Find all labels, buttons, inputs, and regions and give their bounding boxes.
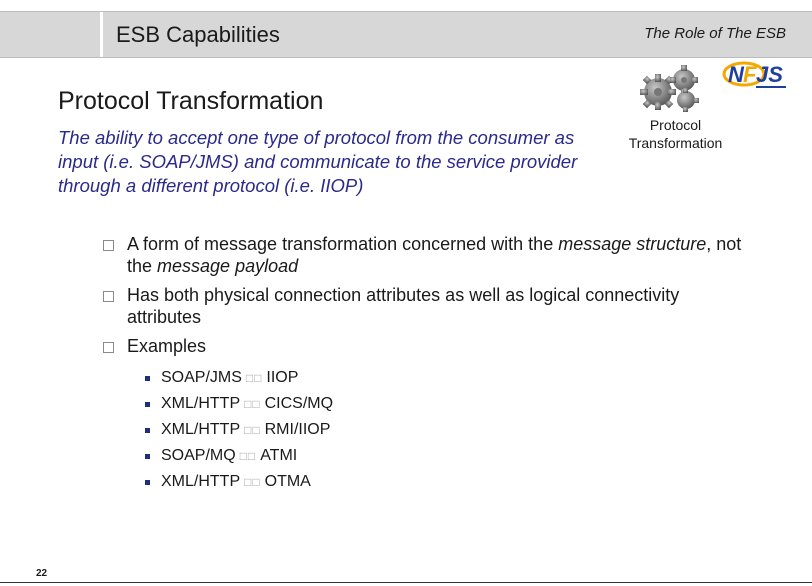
header-title: ESB Capabilities <box>116 22 280 47</box>
bullet-item: Examples <box>103 335 743 357</box>
icon-caption: Protocol Transformation <box>618 116 733 152</box>
example-list: SOAP/JMS □□ IIOP XML/HTTP □□ CICS/MQ XML/HTT… <box>145 368 333 498</box>
slide-title: Protocol Transformation <box>58 87 324 115</box>
page-number: 22 <box>36 568 48 579</box>
example-item: XML/HTTP □□ RMI/IIOP <box>145 420 333 446</box>
hollow-square-bullet-icon <box>103 342 114 353</box>
bullet-item: Has both physical connection attributes … <box>103 284 743 328</box>
header-subtitle: The Role of The ESB <box>644 25 786 42</box>
hollow-square-bullet-icon <box>103 291 114 302</box>
svg-text:F: F <box>743 62 757 87</box>
square-bullet-icon <box>145 402 150 407</box>
arrow-glyph: □□ <box>244 397 261 411</box>
slide-description: The ability to accept one type of protoc… <box>58 127 578 196</box>
slide: ESB Capabilities The Role of The ESB Pro… <box>0 0 812 586</box>
hollow-square-bullet-icon <box>103 240 114 251</box>
bullet-list: A form of message transformation concern… <box>103 233 743 364</box>
example-item: XML/HTTP □□ OTMA <box>145 472 333 498</box>
header-bar: ESB Capabilities The Role of The ESB <box>0 11 812 58</box>
square-bullet-icon <box>145 428 150 433</box>
example-item: SOAP/JMS □□ IIOP <box>145 368 333 394</box>
arrow-glyph: □□ <box>239 449 257 463</box>
example-item: XML/HTTP □□ CICS/MQ <box>145 394 333 420</box>
nfjs-logo: N F JS <box>722 61 786 88</box>
example-item: SOAP/MQ □□ ATMI <box>145 446 333 472</box>
arrow-glyph: □□ <box>244 475 261 489</box>
svg-text:JS: JS <box>756 62 783 87</box>
square-bullet-icon <box>145 376 150 381</box>
bullet-item: A form of message transformation concern… <box>103 233 743 277</box>
arrow-glyph: □□ <box>244 423 261 437</box>
icon-caption-line2: Transformation <box>628 135 723 151</box>
header-divider <box>100 12 103 57</box>
arrow-glyph: □□ <box>245 371 263 385</box>
icon-caption-line1: Protocol <box>649 117 702 133</box>
gears-icon <box>640 65 699 112</box>
square-bullet-icon <box>145 454 150 459</box>
bottom-rule <box>0 582 812 583</box>
square-bullet-icon <box>145 480 150 485</box>
